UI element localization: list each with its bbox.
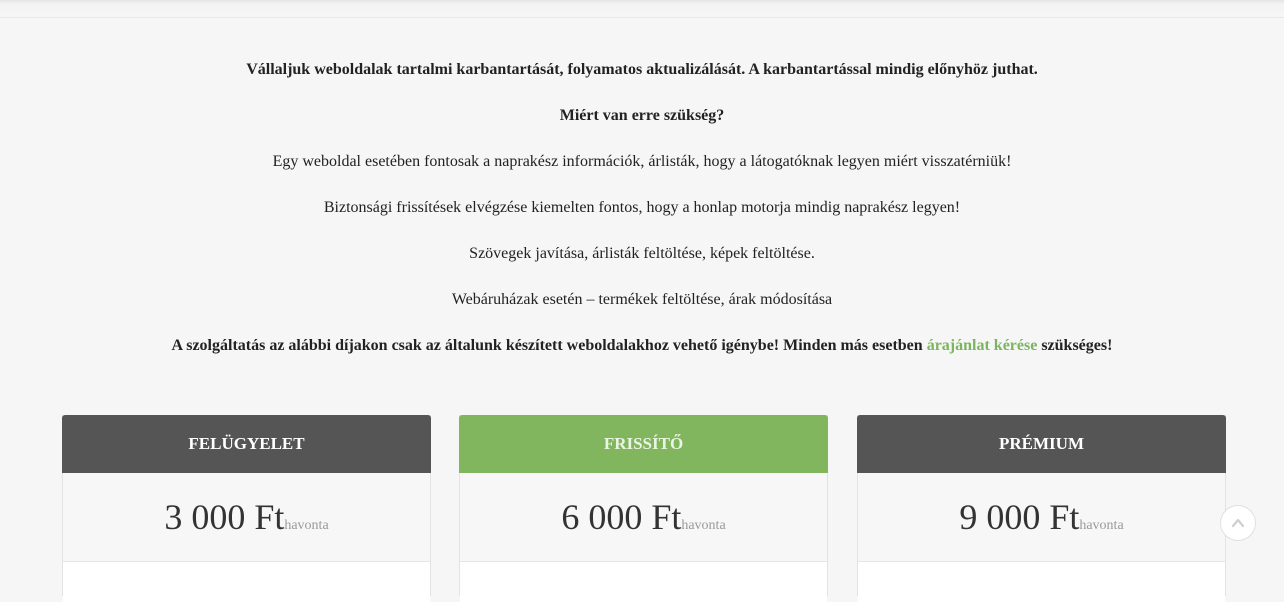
- intro-text: Vállaljuk weboldalak tartalmi karbantart…: [0, 59, 1284, 381]
- chevron-up-icon: [1231, 518, 1245, 528]
- intro-line-4: Biztonsági frissítések elvégzése kiemelt…: [323, 199, 961, 216]
- plan-period: havonta: [284, 518, 329, 533]
- plan-price: 9 000 Ft: [959, 497, 1080, 537]
- intro-line-1: Vállaljuk weboldalak tartalmi karbantart…: [246, 61, 1038, 78]
- intro-line-6: Webáruházak esetén – termékek feltöltése…: [451, 291, 833, 308]
- plan-features: [460, 562, 827, 602]
- intro-line-7-before: A szolgáltatás az alábbi díjakon csak az…: [171, 337, 927, 354]
- quote-request-link[interactable]: árajánlat kérése: [927, 337, 1038, 354]
- scroll-to-top-button[interactable]: [1220, 505, 1256, 541]
- plan-price: 3 000 Ft: [164, 497, 285, 537]
- pricing-card-frissito: FRISSÍTŐ 6 000 Ft havonta: [459, 415, 828, 602]
- plan-features: [63, 562, 430, 602]
- plan-period: havonta: [1079, 518, 1124, 533]
- plan-price: 6 000 Ft: [561, 497, 682, 537]
- intro-question: Miért van erre szükség?: [559, 107, 725, 124]
- intro-line-7-after: szükséges!: [1037, 337, 1113, 354]
- plan-header: PRÉMIUM: [857, 415, 1226, 473]
- plan-header: FRISSÍTŐ: [459, 415, 828, 473]
- plan-price-row: 3 000 Ft havonta: [63, 473, 430, 562]
- pricing-card-felugyelet: FELÜGYELET 3 000 Ft havonta: [62, 415, 431, 602]
- intro-line-7: A szolgáltatás az alábbi díjakon csak az…: [0, 335, 1284, 357]
- intro-line-5: Szövegek javítása, árlisták feltöltése, …: [469, 245, 815, 262]
- plan-price-row: 9 000 Ft havonta: [858, 473, 1225, 562]
- plan-period: havonta: [681, 518, 726, 533]
- pricing-card-premium: PRÉMIUM 9 000 Ft havonta: [857, 415, 1226, 602]
- top-bar: [0, 0, 1284, 18]
- plan-features: [858, 562, 1225, 602]
- intro-line-3: Egy weboldal esetében fontosak a napraké…: [272, 153, 1012, 170]
- plan-price-row: 6 000 Ft havonta: [460, 473, 827, 562]
- plan-header: FELÜGYELET: [62, 415, 431, 473]
